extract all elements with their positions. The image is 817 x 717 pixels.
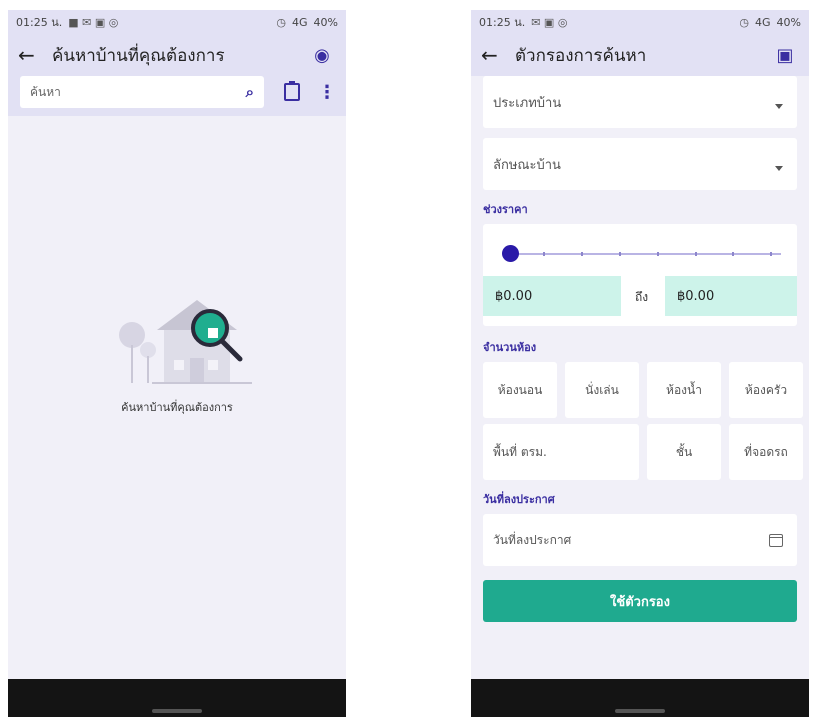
- filter-form: ประเภทบ้าน ลักษณะบ้าน ช่วงราคา ฿0.00 ถึง…: [471, 76, 809, 679]
- alarm-icon: ◷: [739, 15, 750, 29]
- apply-filter-button[interactable]: ใช้ตัวกรอง: [483, 580, 797, 622]
- house-style-dropdown[interactable]: ลักษณะบ้าน: [483, 138, 797, 190]
- kitchen-field[interactable]: ห้องครัว: [729, 362, 803, 418]
- house-style-label: ลักษณะบ้าน: [493, 157, 561, 173]
- post-date-field[interactable]: วันที่ลงประกาศ: [483, 514, 797, 566]
- page-title: ตัวกรองการค้นหา: [515, 45, 647, 66]
- house-search-illustration: [119, 300, 252, 384]
- chevron-down-icon: [775, 103, 783, 109]
- status-time: 01:25 น.: [479, 16, 526, 29]
- alarm-icon: ◷: [276, 15, 287, 29]
- post-date-label: วันที่ลงประกาศ: [483, 493, 555, 506]
- search-input[interactable]: ค้นหา ⌕: [20, 76, 264, 108]
- house-type-label: ประเภทบ้าน: [493, 95, 562, 111]
- status-time: 01:25 น.: [16, 16, 63, 29]
- price-min-field[interactable]: ฿0.00: [483, 276, 621, 316]
- more-vert-icon[interactable]: ⋮: [318, 82, 336, 103]
- price-range-label: ช่วงราคา: [483, 203, 528, 216]
- price-slider-track[interactable]: [511, 252, 781, 256]
- living-room-field[interactable]: นั่งเล่น: [565, 362, 639, 418]
- area-field[interactable]: พื้นที่ ตรม.: [483, 424, 639, 480]
- system-nav-bar: [8, 679, 346, 717]
- chevron-down-icon: [775, 165, 783, 171]
- notification-icon: ■ ✉ ▣ ◎: [68, 15, 119, 29]
- status-signal: 4G: [755, 15, 771, 29]
- home-indicator[interactable]: [615, 709, 665, 713]
- status-signal: 4G: [292, 15, 308, 29]
- status-battery: 40%: [776, 15, 801, 29]
- status-bar: 01:25 น. ■ ✉ ▣ ◎ ◷ 4G 40%: [8, 10, 346, 34]
- post-date-placeholder: วันที่ลงประกาศ: [493, 532, 572, 547]
- price-slider-thumb[interactable]: [502, 245, 519, 262]
- search-icon[interactable]: ⌕: [246, 83, 254, 101]
- parking-field[interactable]: ที่จอดรถ: [729, 424, 803, 480]
- bathroom-field[interactable]: ห้องน้ำ: [647, 362, 721, 418]
- search-row: ค้นหา ⌕ ⋮: [8, 76, 346, 116]
- price-range-card: ฿0.00 ถึง ฿0.00: [483, 224, 797, 326]
- notification-icon: ✉ ▣ ◎: [531, 15, 568, 29]
- system-nav-bar: [471, 679, 809, 717]
- filter-screen: 01:25 น. ✉ ▣ ◎ ◷ 4G 40% ← ตัวกรองการค้นห…: [471, 10, 809, 717]
- search-placeholder: ค้นหา: [30, 84, 61, 99]
- home-indicator[interactable]: [152, 709, 202, 713]
- clipboard-search-icon[interactable]: [284, 81, 300, 101]
- back-arrow-icon[interactable]: ←: [18, 43, 52, 67]
- back-arrow-icon[interactable]: ←: [481, 43, 515, 67]
- calendar-icon[interactable]: [769, 533, 783, 547]
- app-bar: ← ค้นหาบ้านที่คุณต้องการ ◉: [8, 34, 346, 76]
- location-target-icon[interactable]: ◉: [308, 45, 336, 66]
- floor-field[interactable]: ชั้น: [647, 424, 721, 480]
- empty-state-message: ค้นหาบ้านที่คุณต้องการ: [121, 401, 233, 414]
- save-icon[interactable]: ▣: [771, 45, 799, 66]
- house-type-dropdown[interactable]: ประเภทบ้าน: [483, 76, 797, 128]
- status-battery: 40%: [313, 15, 338, 29]
- rooms-row: ห้องนอน นั่งเล่น ห้องน้ำ ห้องครัว: [483, 362, 803, 418]
- search-screen: 01:25 น. ■ ✉ ▣ ◎ ◷ 4G 40% ← ค้นหาบ้านที่…: [8, 10, 346, 717]
- area-row: พื้นที่ ตรม. ชั้น ที่จอดรถ: [483, 424, 803, 480]
- app-bar: ← ตัวกรองการค้นหา ▣: [471, 34, 809, 76]
- price-max-field[interactable]: ฿0.00: [665, 276, 797, 316]
- empty-state: ค้นหาบ้านที่คุณต้องการ: [8, 120, 346, 679]
- bedroom-field[interactable]: ห้องนอน: [483, 362, 557, 418]
- page-title: ค้นหาบ้านที่คุณต้องการ: [52, 45, 225, 66]
- rooms-label: จำนวนห้อง: [483, 341, 537, 354]
- price-to-label: ถึง: [635, 290, 649, 304]
- status-bar: 01:25 น. ✉ ▣ ◎ ◷ 4G 40%: [471, 10, 809, 34]
